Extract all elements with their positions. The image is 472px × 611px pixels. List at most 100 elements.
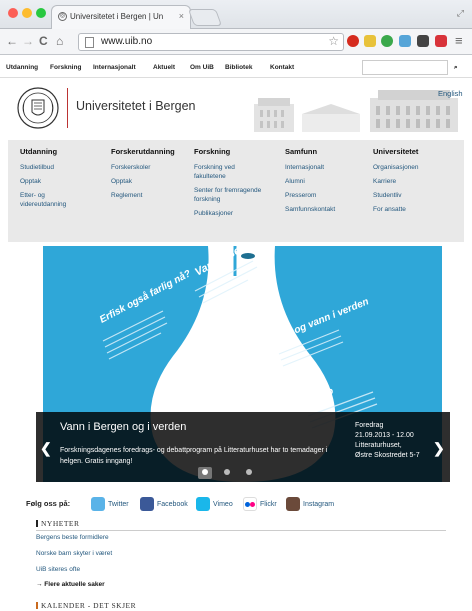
menu-link[interactable]: Opptak [111, 177, 197, 186]
extension-icon[interactable] [399, 35, 411, 47]
twitter-link[interactable]: Twitter [91, 497, 129, 511]
menu-link[interactable]: Alumni [285, 177, 371, 186]
news-item[interactable]: Bergens beste formidlere [36, 534, 109, 541]
extension-icon[interactable] [364, 35, 376, 47]
nav-item-om-uib[interactable]: Om UiB [190, 64, 214, 71]
menu-link[interactable]: Forskerskoler [111, 163, 197, 172]
carousel-dot[interactable] [202, 469, 208, 475]
nav-item-bibliotek[interactable]: Bibliotek [225, 64, 252, 71]
nav-item-forskning[interactable]: Forskning [50, 64, 81, 71]
close-tab-icon[interactable]: × [179, 11, 184, 21]
fullscreen-icon[interactable]: ⤢ [457, 8, 464, 19]
carousel-description: Forskningsdagenes foredrags- og debattpr… [60, 447, 328, 465]
page-icon [85, 37, 94, 48]
address-bar[interactable]: www.uib.no ☆ [78, 33, 344, 51]
event-venue: Litteraturhuset, [355, 442, 402, 449]
carousel-prev-arrow-icon[interactable]: ❮ [40, 440, 52, 457]
search-icon[interactable]: ⌕ [454, 64, 458, 72]
menu-column-forskerutdanning: Forskerutdanning Forskerskoler Opptak Re… [111, 147, 197, 205]
browser-toolbar: ← → C ⌂ www.uib.no ☆ ≡ [0, 29, 472, 55]
menu-link[interactable]: Etter- og videreutdanning [20, 191, 90, 209]
menu-column-utdanning: Utdanning Studietilbud Opptak Etter- og … [20, 147, 106, 214]
calendar-section-heading: KALENDER - DET SKJER [36, 601, 446, 611]
facebook-link[interactable]: Facebook [140, 497, 188, 511]
language-link-english[interactable]: English [438, 89, 463, 98]
browser-window: ◎ Universitetet i Bergen | Un × ⤢ ← → C … [0, 0, 472, 611]
event-type: Foredrag [355, 422, 384, 429]
url-text: www.uib.no [101, 36, 153, 47]
flickr-icon [243, 497, 257, 511]
menu-link[interactable]: Studietilbud [20, 163, 106, 172]
extension-icon[interactable] [435, 35, 447, 47]
menu-heading[interactable]: Universitetet [373, 147, 459, 156]
menu-link[interactable]: Samfunnskontakt [285, 205, 371, 214]
nav-item-kontakt[interactable]: Kontakt [270, 64, 294, 71]
twitter-icon [91, 497, 105, 511]
site-search-input[interactable] [362, 60, 448, 75]
calendar-heading-text: KALENDER - DET SKJER [41, 601, 137, 610]
menu-link[interactable]: Publikasjoner [194, 209, 268, 218]
menu-link[interactable]: Karriere [373, 177, 459, 186]
zoom-window-button[interactable] [36, 8, 46, 18]
browser-tab[interactable]: ◎ Universitetet i Bergen | Un × [51, 5, 191, 29]
section-marker [36, 602, 38, 609]
adblock-extension-icon[interactable] [347, 35, 359, 47]
menu-link[interactable]: Presserom [285, 191, 371, 200]
nav-item-utdanning[interactable]: Utdanning [6, 64, 38, 71]
back-button[interactable]: ← [6, 33, 18, 49]
site-top-nav: Utdanning Forskning Internasjonalt Aktue… [0, 56, 472, 78]
menu-column-forskning: Forskning Forskning ved fakultetene Sent… [194, 147, 268, 223]
instagram-icon [286, 497, 300, 511]
carousel-dot[interactable] [246, 469, 252, 475]
menu-link[interactable]: Organisasjonen [373, 163, 459, 172]
event-address: Østre Skostredet 5-7 [355, 452, 420, 459]
menu-heading[interactable]: Forskerutdanning [111, 147, 197, 156]
menu-link[interactable]: Internasjonalt [285, 163, 371, 172]
twitter-label: Twitter [108, 500, 129, 508]
menu-link[interactable]: Senter for fremragende forskning [194, 186, 268, 204]
header-divider [67, 88, 68, 128]
menu-link[interactable]: Forskning ved fakultetene [194, 163, 268, 181]
forward-button[interactable]: → [22, 33, 34, 49]
extension-icon[interactable] [417, 35, 429, 47]
carousel-title[interactable]: Vann i Bergen og i verden [60, 421, 186, 433]
menu-column-universitetet: Universitetet Organisasjonen Karriere St… [373, 147, 459, 219]
uib-seal-logo[interactable] [16, 86, 60, 130]
follow-us-label: Følg oss på: [26, 499, 71, 508]
menu-link[interactable]: Studentliv [373, 191, 459, 200]
chrome-menu-icon[interactable]: ≡ [455, 33, 463, 49]
menu-link[interactable]: For ansatte [373, 205, 459, 214]
minimize-window-button[interactable] [22, 8, 32, 18]
event-date: 21.09.2013 - 12.00 [355, 432, 414, 439]
close-window-button[interactable] [8, 8, 18, 18]
menu-heading[interactable]: Utdanning [20, 147, 106, 156]
carousel-next-arrow-icon[interactable]: ❯ [433, 440, 445, 457]
menu-heading[interactable]: Samfunn [285, 147, 371, 156]
bookmark-star-icon[interactable]: ☆ [328, 34, 339, 48]
carousel-event-info: Foredrag 21.09.2013 - 12.00 Litteraturhu… [355, 421, 445, 461]
flickr-link[interactable]: Flickr [243, 497, 277, 511]
site-title[interactable]: Universitetet i Bergen [76, 99, 196, 113]
instagram-link[interactable]: Instagram [286, 497, 334, 511]
uib-favicon-icon: ◎ [58, 12, 67, 21]
menu-column-samfunn: Samfunn Internasjonalt Alumni Presserom … [285, 147, 371, 219]
news-item[interactable]: UiB siteres ofte [36, 566, 80, 573]
menu-heading[interactable]: Forskning [194, 147, 268, 156]
vimeo-icon [196, 497, 210, 511]
new-tab-button[interactable] [187, 9, 223, 26]
tab-bar: ◎ Universitetet i Bergen | Un × ⤢ [0, 0, 472, 29]
vimeo-link[interactable]: Vimeo [196, 497, 233, 511]
mega-menu: Utdanning Studietilbud Opptak Etter- og … [8, 140, 464, 242]
facebook-label: Facebook [157, 500, 188, 508]
reload-button[interactable]: C [39, 33, 48, 49]
facebook-icon [140, 497, 154, 511]
menu-link[interactable]: Reglement [111, 191, 197, 200]
news-item[interactable]: Norske barn skyter i været [36, 550, 112, 557]
menu-link[interactable]: Opptak [20, 177, 106, 186]
home-button[interactable]: ⌂ [56, 33, 63, 49]
nav-item-aktuelt[interactable]: Aktuelt [153, 64, 175, 71]
evernote-extension-icon[interactable] [381, 35, 393, 47]
more-news-link[interactable]: → Flere aktuelle saker [36, 581, 105, 588]
carousel-dot[interactable] [224, 469, 230, 475]
nav-item-internasjonalt[interactable]: Internasjonalt [93, 64, 136, 71]
